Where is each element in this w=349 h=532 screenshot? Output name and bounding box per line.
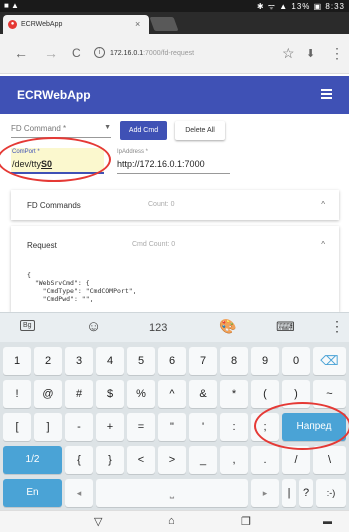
delete-all-button[interactable]: Delete All <box>175 121 225 140</box>
key-slash[interactable]: / <box>282 446 310 474</box>
key-comma[interactable]: , <box>220 446 248 474</box>
key-question[interactable]: ? <box>299 479 313 507</box>
backspace-key[interactable]: ⌫ <box>313 347 346 375</box>
hamburger-menu-icon[interactable] <box>321 89 332 99</box>
address-bar[interactable]: i 172.16.0.1:7000/fd-request <box>92 43 270 65</box>
key-open-brace[interactable]: { <box>65 446 93 474</box>
home-icon[interactable]: ⌂ <box>168 515 175 527</box>
request-count: Cmd Count: 0 <box>132 241 176 248</box>
new-tab-button[interactable] <box>149 17 179 31</box>
dropdown-arrow-icon: ▼ <box>104 124 111 131</box>
request-panel: Request Cmd Count: 0 ^ { "WebSrvCmd": { … <box>11 226 339 312</box>
back-nav-icon[interactable]: ▽ <box>94 515 102 528</box>
key-2[interactable]: 2 <box>34 347 62 375</box>
app-favicon-icon: ● <box>8 20 17 29</box>
key-percent[interactable]: % <box>127 380 155 408</box>
key-6[interactable]: 6 <box>158 347 186 375</box>
key-close-brace[interactable]: } <box>96 446 124 474</box>
more-options-icon[interactable]: ⋮ <box>330 318 344 335</box>
key-4[interactable]: 4 <box>96 347 124 375</box>
chevron-up-icon[interactable]: ^ <box>321 240 325 249</box>
keyboard-layout-icon[interactable]: ⌨ <box>276 319 295 335</box>
key-equals[interactable]: = <box>127 413 155 441</box>
fd-commands-count: Count: 0 <box>148 201 175 208</box>
status-indicators: ✱ ᯤ ▲ 13% ▣ 8:33 <box>256 2 345 11</box>
chevron-up-icon[interactable]: ^ <box>321 200 325 209</box>
language-key[interactable]: En <box>3 479 62 507</box>
system-nav-bar: ▽ ⌂ ❐ ▬ <box>0 510 349 532</box>
space-key[interactable]: ⎵ <box>96 479 248 507</box>
key-dollar[interactable]: $ <box>96 380 124 408</box>
add-cmd-button[interactable]: Add Cmd <box>120 121 167 140</box>
keyboard-hide-icon[interactable]: ▬ <box>323 516 332 526</box>
key-8[interactable]: 8 <box>220 347 248 375</box>
url-text: 172.16.0.1:7000/fd-request <box>110 50 195 57</box>
key-backslash[interactable]: \ <box>313 446 346 474</box>
numbers-mode-button[interactable]: 123 <box>149 322 167 334</box>
key-at[interactable]: @ <box>34 380 62 408</box>
app-title: ECRWebApp <box>17 88 91 102</box>
key-pipe[interactable]: | <box>282 479 296 507</box>
key-open-bracket[interactable]: [ <box>3 413 31 441</box>
app-header: ECRWebApp <box>0 76 349 114</box>
ip-address-field[interactable]: IpAddress * http://172.16.0.1:7000 <box>117 148 230 174</box>
browser-tab-strip: ● ECRWebApp × <box>0 12 349 34</box>
recents-icon[interactable]: ❐ <box>241 515 251 528</box>
key-5[interactable]: 5 <box>127 347 155 375</box>
keyboard-toolbar: Вg ☺ 123 🎨 ⌨ ⋮ <box>0 312 349 342</box>
tab-title: ECRWebApp <box>21 21 63 28</box>
key-single-quote[interactable]: ' <box>189 413 217 441</box>
back-arrow-icon[interactable]: ← <box>14 45 28 61</box>
key-hash[interactable]: # <box>65 380 93 408</box>
key-underscore[interactable]: _ <box>189 446 217 474</box>
info-icon[interactable]: i <box>94 47 105 58</box>
key-7[interactable]: 7 <box>189 347 217 375</box>
fd-command-placeholder: FD Command * <box>11 124 67 133</box>
bookmark-star-icon[interactable]: ☆ <box>282 45 295 62</box>
fd-commands-panel[interactable]: FD Commands Count: 0 ^ <box>11 190 339 220</box>
key-caret[interactable]: ^ <box>158 380 186 408</box>
key-less-than[interactable]: < <box>127 446 155 474</box>
key-period[interactable]: . <box>251 446 279 474</box>
theme-palette-icon[interactable]: 🎨 <box>219 318 236 335</box>
key-plus[interactable]: + <box>96 413 124 441</box>
reload-icon[interactable]: C <box>72 46 81 60</box>
forward-arrow-icon[interactable]: → <box>44 45 58 61</box>
fd-commands-title: FD Commands <box>27 201 81 210</box>
browser-toolbar: ← → C i 172.16.0.1:7000/fd-request ☆ ⬇ ⋮ <box>0 34 349 74</box>
ip-label: IpAddress * <box>117 149 149 155</box>
language-switch-icon[interactable]: Вg <box>20 320 35 331</box>
key-open-paren[interactable]: ( <box>251 380 279 408</box>
download-icon[interactable]: ⬇ <box>306 47 315 60</box>
key-asterisk[interactable]: * <box>220 380 248 408</box>
key-minus[interactable]: - <box>65 413 93 441</box>
status-bar: ■ ▲ ✱ ᯤ ▲ 13% ▣ 8:33 <box>0 0 349 12</box>
cursor-right-key[interactable]: ▸ <box>251 479 279 507</box>
more-options-icon[interactable]: ⋮ <box>330 45 344 62</box>
key-exclamation[interactable]: ! <box>3 380 31 408</box>
key-colon[interactable]: : <box>220 413 248 441</box>
request-json: { "WebSrvCmd": { "CmdType": "CmdCOMPort"… <box>27 271 137 303</box>
key-3[interactable]: 3 <box>65 347 93 375</box>
key-9[interactable]: 9 <box>251 347 279 375</box>
page-switch-key[interactable]: 1/2 <box>3 446 62 474</box>
request-title: Request <box>27 241 57 250</box>
ip-value: http://172.16.0.1:7000 <box>117 159 205 169</box>
cursor-left-key[interactable]: ◂ <box>65 479 93 507</box>
close-tab-icon[interactable]: × <box>135 19 140 29</box>
key-greater-than[interactable]: > <box>158 446 186 474</box>
key-double-quote[interactable]: " <box>158 413 186 441</box>
annotation-circle <box>254 402 349 450</box>
key-ampersand[interactable]: & <box>189 380 217 408</box>
annotation-circle <box>0 137 111 182</box>
emoji-icon[interactable]: ☺ <box>86 318 101 335</box>
browser-tab[interactable]: ● ECRWebApp × <box>3 15 149 34</box>
fd-command-select[interactable]: FD Command * ▼ <box>11 122 111 138</box>
key-0[interactable]: 0 <box>282 347 310 375</box>
key-close-bracket[interactable]: ] <box>34 413 62 441</box>
smiley-key[interactable]: :-) <box>316 479 346 507</box>
key-1[interactable]: 1 <box>3 347 31 375</box>
notification-icons: ■ ▲ <box>4 1 19 10</box>
